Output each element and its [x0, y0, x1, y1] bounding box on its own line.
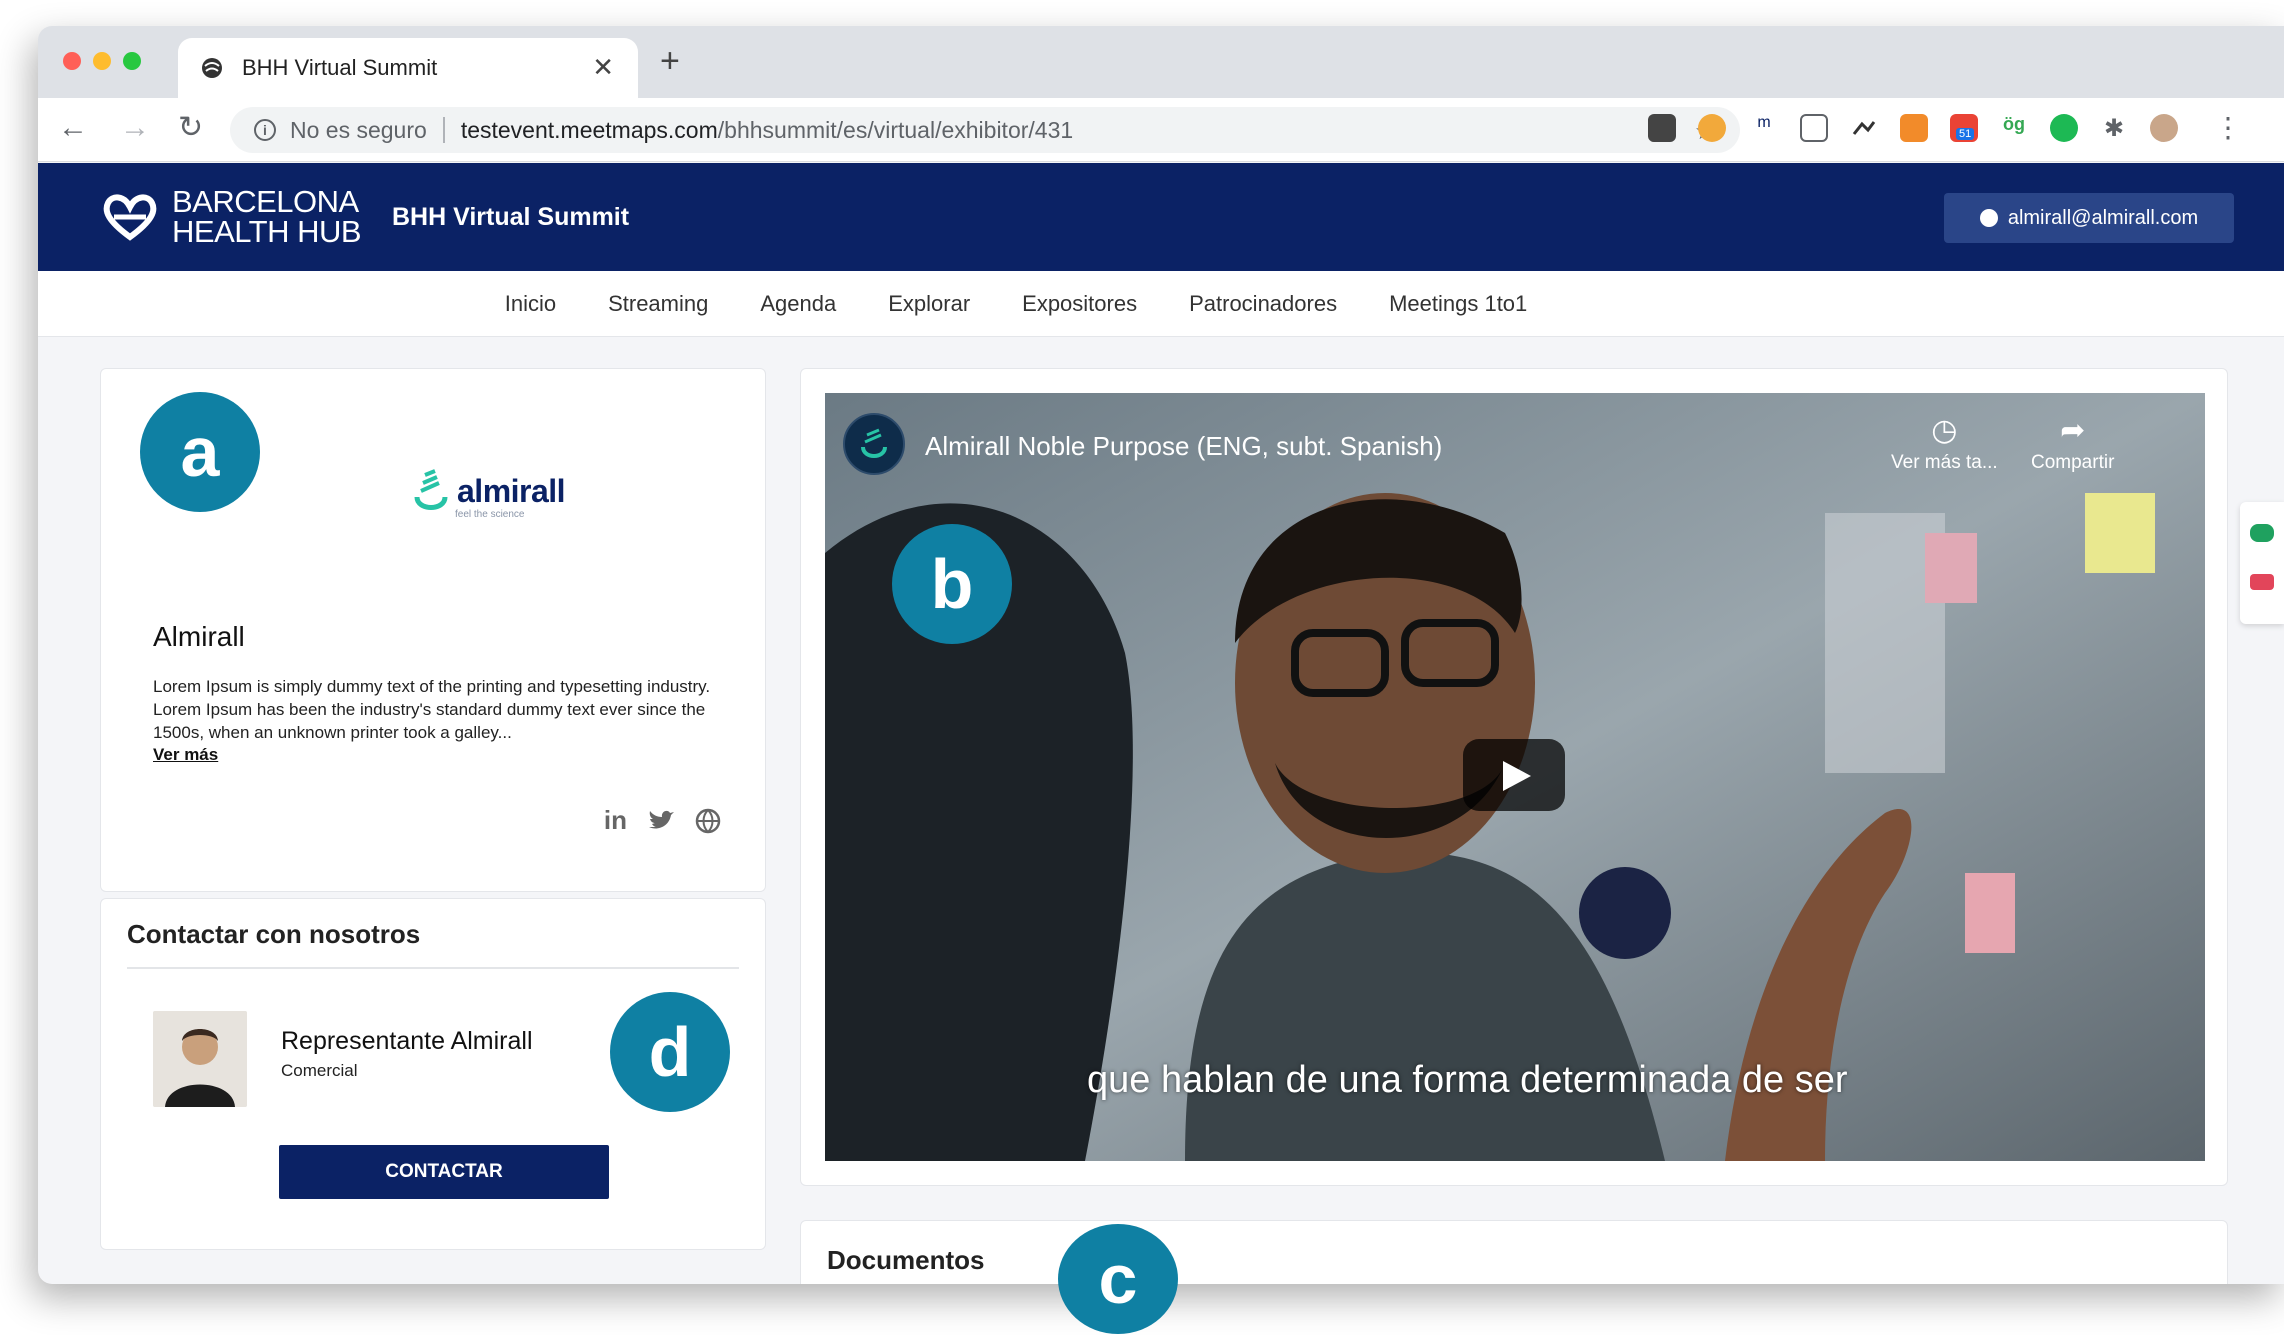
nav-item-explorar[interactable]: Explorar [888, 291, 970, 317]
browser-window: BHH Virtual Summit ✕ + ← → ↻ i No es seg… [38, 26, 2284, 1284]
tab-title: BHH Virtual Summit [242, 55, 438, 80]
puzzle-extensions-icon[interactable]: ✱ [2100, 114, 2128, 142]
exhibitor-description: Lorem Ipsum is simply dummy text of the … [153, 677, 711, 742]
favicon-icon [202, 58, 222, 78]
reload-icon[interactable]: ↻ [178, 112, 203, 144]
chat-icon[interactable] [2250, 524, 2274, 542]
share-arrow-icon: ➦ [2060, 414, 2086, 447]
nav-item-agenda[interactable]: Agenda [760, 291, 836, 317]
cookie-extension-icon[interactable] [1698, 114, 1726, 142]
browser-tab[interactable]: BHH Virtual Summit ✕ [178, 38, 638, 98]
linkedin-icon[interactable]: in [604, 805, 627, 836]
share-button[interactable]: ➦ Compartir [2031, 413, 2114, 474]
bhh-logo-icon [103, 194, 157, 241]
main-nav: Inicio Streaming Agenda Explorar Exposit… [38, 271, 2284, 337]
forward-arrow-icon[interactable]: → [120, 112, 150, 144]
almirall-logo-tagline: feel the science [455, 509, 525, 520]
representative-name: Representante Almirall [281, 1027, 533, 1055]
play-icon [1503, 761, 1531, 791]
calendar-extension-icon[interactable]: 51 [1950, 114, 1978, 142]
annotation-a: a [140, 392, 260, 512]
maximize-window-button[interactable] [123, 52, 141, 70]
grammarly-extension-icon[interactable] [2050, 114, 2078, 142]
profile-avatar-icon[interactable] [2150, 114, 2178, 142]
address-bar[interactable]: i No es seguro testevent.meetmaps.com /b… [230, 107, 1740, 153]
channel-avatar[interactable] [843, 413, 905, 475]
handshake-icon[interactable] [2250, 574, 2274, 590]
representative-avatar [153, 1011, 247, 1107]
user-account-button[interactable]: almirall@almirall.com [1944, 193, 2234, 243]
info-icon[interactable]: i [254, 119, 276, 141]
movistar-extension-icon[interactable]: m [1750, 114, 1778, 142]
tab-strip: BHH Virtual Summit ✕ + [38, 26, 2284, 98]
minimize-window-button[interactable] [93, 52, 111, 70]
contact-button[interactable]: CONTACTAR [279, 1145, 609, 1199]
back-arrow-icon[interactable]: ← [58, 112, 88, 144]
not-secure-label: No es seguro [290, 116, 427, 143]
brand-line-1: BARCELONA [172, 184, 359, 219]
clock-icon: ◷ [1931, 414, 1958, 447]
analytics-extension-icon[interactable] [1900, 114, 1928, 142]
social-links: in [604, 805, 721, 836]
translate-extension-icon[interactable]: ög [2000, 114, 2028, 142]
nav-item-expositores[interactable]: Expositores [1022, 291, 1137, 317]
user-icon [1979, 209, 1998, 227]
video-title[interactable]: Almirall Noble Purpose (ENG, subt. Spani… [925, 431, 1442, 462]
contact-title: Contactar con nosotros [127, 919, 421, 949]
watch-later-button[interactable]: ◷ Ver más ta... [1891, 413, 1998, 474]
twitter-icon[interactable] [647, 809, 675, 833]
watch-later-label: Ver más ta... [1891, 452, 1998, 473]
divider [442, 117, 445, 143]
user-email: almirall@almirall.com [2007, 206, 2199, 229]
browser-menu-icon[interactable]: ⋮ [2214, 112, 2242, 144]
extension-badge: 51 [1956, 128, 1975, 140]
close-window-button[interactable] [63, 52, 81, 70]
app-header: BARCELONA HEALTH HUB BHH Virtual Summit … [38, 163, 2284, 271]
nav-item-meetings[interactable]: Meetings 1to1 [1389, 291, 1527, 317]
new-tab-button[interactable]: + [660, 44, 680, 78]
eyedropper-extension-icon[interactable] [1648, 114, 1676, 142]
tab-close-icon[interactable]: ✕ [592, 52, 614, 83]
video-card: Almirall Noble Purpose (ENG, subt. Spani… [800, 368, 2228, 1186]
chart-extension-icon[interactable] [1850, 114, 1878, 142]
camera-extension-icon[interactable] [1800, 114, 1828, 142]
documents-card: Documentos [800, 1220, 2228, 1284]
almirall-logo-text: almirall [457, 472, 566, 509]
app-title: BHH Virtual Summit [392, 203, 630, 231]
documents-title: Documentos [827, 1245, 985, 1275]
browser-toolbar: ← → ↻ i No es seguro testevent.meetmaps.… [38, 98, 2284, 162]
brand-line-2: HEALTH HUB [172, 214, 362, 249]
representative-role: Comercial [281, 1061, 358, 1080]
annotation-b: b [892, 524, 1012, 644]
url-path: /bhhsummit/es/virtual/exhibitor/431 [717, 116, 1074, 143]
nav-item-inicio[interactable]: Inicio [505, 291, 556, 317]
barcelona-health-hub-logo[interactable]: BARCELONA HEALTH HUB [98, 184, 362, 249]
video-subtitle: que hablan de una forma determinada de s… [1087, 1059, 1848, 1101]
url-host: testevent.meetmaps.com [460, 116, 718, 143]
divider [127, 967, 739, 969]
almirall-leaf-icon [414, 469, 448, 510]
annotation-c: c [1058, 1224, 1178, 1334]
see-more-link[interactable]: Ver más [153, 745, 218, 765]
nav-item-patrocinadores[interactable]: Patrocinadores [1189, 291, 1337, 317]
almirall-logo: almirall feel the science [411, 467, 566, 520]
annotation-d: d [610, 992, 730, 1112]
nav-item-streaming[interactable]: Streaming [608, 291, 708, 317]
side-widget [2240, 502, 2284, 624]
share-label: Compartir [2031, 452, 2115, 473]
video-player[interactable]: Almirall Noble Purpose (ENG, subt. Spani… [825, 393, 2205, 1161]
globe-icon[interactable] [695, 808, 721, 834]
play-button[interactable] [1463, 739, 1565, 811]
exhibitor-name: Almirall [153, 621, 245, 652]
